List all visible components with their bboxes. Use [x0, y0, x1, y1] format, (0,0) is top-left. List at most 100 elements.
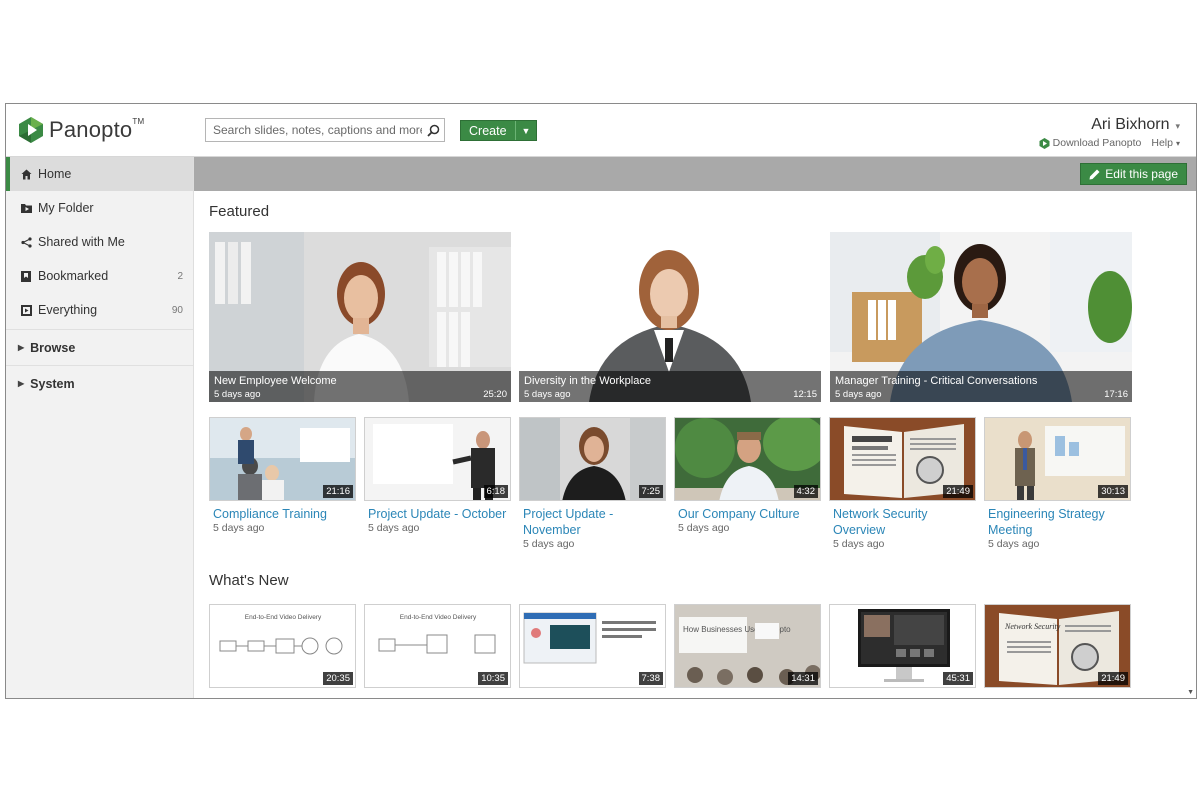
featured-video-card[interactable]: New Employee Welcome 5 days ago 25:20: [209, 232, 511, 402]
video-card[interactable]: 21:16 Compliance Training 5 days ago: [209, 417, 356, 534]
video-title[interactable]: Project Update - October: [364, 506, 511, 522]
video-title: Diversity in the Workplace: [524, 375, 651, 387]
sidebar-section-label: System: [30, 376, 75, 391]
share-icon: [20, 236, 32, 248]
featured-video-card[interactable]: Manager Training - Critical Conversation…: [830, 232, 1132, 402]
scroll-down-arrow-icon[interactable]: ▼: [1187, 689, 1194, 696]
video-date: 5 days ago: [368, 522, 420, 534]
create-button[interactable]: Create ▼: [460, 120, 538, 141]
sidebar-section-system[interactable]: ▶ System: [6, 365, 193, 401]
help-chevron-icon: ▾: [1175, 138, 1180, 148]
sidebar-item-label: Home: [38, 167, 72, 181]
panopto-small-icon: [1039, 137, 1050, 149]
video-card[interactable]: End-to-End Video Delivery 20:35: [209, 604, 356, 688]
video-duration: 21:16: [323, 485, 353, 498]
expand-arrow-icon: ▶: [18, 379, 25, 388]
sidebar-item-label: My Folder: [38, 201, 94, 215]
video-duration: 17:16: [1104, 389, 1128, 400]
video-card[interactable]: 4:32 Our Company Culture 5 days ago: [674, 417, 821, 534]
video-duration: 45:31: [943, 672, 973, 685]
sidebar-item-label: Bookmarked: [38, 269, 109, 283]
video-card[interactable]: End-to-End Video Delivery 10:35: [364, 604, 511, 688]
sidebar-item-shared-with-me[interactable]: Shared with Me: [6, 225, 193, 259]
user-menu[interactable]: Ari Bixhorn ▾: [1091, 116, 1180, 134]
logo-tm: TM: [132, 117, 145, 126]
page-toolbar: Edit this page: [194, 157, 1196, 191]
video-duration: 6:18: [483, 485, 508, 498]
home-icon: [20, 168, 32, 180]
sidebar-item-label: Everything: [38, 303, 98, 317]
video-date: 5 days ago: [988, 538, 1040, 550]
video-date: 5 days ago: [524, 389, 571, 400]
bookmark-icon: [20, 270, 32, 282]
bookmarked-count: 2: [177, 270, 183, 282]
search-input[interactable]: [206, 119, 422, 141]
video-title: New Employee Welcome: [214, 375, 337, 387]
video-title[interactable]: Network Security Overview: [829, 506, 976, 538]
edit-page-label: Edit this page: [1105, 167, 1178, 181]
video-title: Manager Training - Critical Conversation…: [835, 375, 1038, 387]
slide-title: End-to-End Video Delivery: [400, 614, 477, 621]
slide-title: End-to-End Video Delivery: [245, 614, 322, 621]
expand-arrow-icon: ▶: [18, 343, 25, 352]
sidebar-section-browse[interactable]: ▶ Browse: [6, 329, 193, 365]
video-card[interactable]: 7:38: [519, 604, 666, 688]
pencil-icon: [1089, 169, 1100, 179]
video-card[interactable]: Network Security 21:49: [984, 604, 1131, 688]
video-duration: 7:25: [638, 485, 663, 498]
video-date: 5 days ago: [678, 522, 730, 534]
sidebar-item-label: Shared with Me: [38, 235, 125, 249]
video-date: 5 days ago: [835, 389, 882, 400]
video-date: 5 days ago: [213, 522, 265, 534]
video-card[interactable]: 30:13 Engineering Strategy Meeting 5 day…: [984, 417, 1131, 550]
sidebar-item-my-folder[interactable]: My Folder: [6, 191, 193, 225]
video-duration: 14:31: [788, 672, 818, 685]
video-title[interactable]: Project Update - November: [519, 506, 666, 538]
edit-page-button[interactable]: Edit this page: [1080, 163, 1187, 185]
sidebar-section-label: Browse: [30, 340, 76, 355]
user-name: Ari Bixhorn: [1091, 116, 1170, 133]
sidebar-item-bookmarked[interactable]: Bookmarked 2: [6, 259, 193, 293]
video-duration: 25:20: [483, 389, 507, 400]
video-duration: 20:35: [323, 672, 353, 685]
header: PanoptoTM Create ▼ Ari Bixhorn ▾ Download…: [6, 104, 1196, 157]
folder-icon: [20, 202, 32, 214]
caret-down-icon: ▼: [514, 121, 537, 140]
app-window: PanoptoTM Create ▼ Ari Bixhorn ▾ Download…: [5, 103, 1197, 699]
panopto-logo-icon: [19, 117, 43, 143]
video-title[interactable]: Compliance Training: [209, 506, 356, 522]
sidebar: Home My Folder Shared with Me Bookmarked…: [6, 157, 194, 698]
sidebar-item-home[interactable]: Home: [6, 157, 193, 191]
video-card[interactable]: 6:18 Project Update - October 5 days ago: [364, 417, 511, 534]
slide-title: Network Security: [1004, 622, 1061, 631]
video-title[interactable]: Engineering Strategy Meeting: [984, 506, 1131, 538]
video-duration: 7:38: [638, 672, 663, 685]
video-duration: 12:15: [793, 389, 817, 400]
video-title[interactable]: Our Company Culture: [674, 506, 821, 522]
video-duration: 21:49: [1098, 672, 1128, 685]
help-link[interactable]: Help: [1151, 137, 1173, 149]
search-box: [205, 118, 445, 142]
panopto-logo[interactable]: PanoptoTM: [18, 116, 144, 144]
header-links: Download Panopto Help ▾: [1039, 137, 1180, 149]
video-date: 5 days ago: [523, 538, 575, 550]
video-duration: 4:32: [793, 485, 818, 498]
main-content: Featured New Employee Welcome 5 days ago…: [194, 191, 1188, 698]
featured-video-card[interactable]: Diversity in the Workplace 5 days ago 12…: [519, 232, 821, 402]
featured-heading: Featured: [209, 203, 270, 220]
video-card[interactable]: 45:31: [829, 604, 976, 688]
create-label: Create: [469, 123, 507, 138]
everything-count: 90: [171, 304, 183, 316]
everything-icon: [20, 304, 32, 316]
video-card[interactable]: 21:49 Network Security Overview 5 days a…: [829, 417, 976, 550]
video-duration: 10:35: [478, 672, 508, 685]
download-link[interactable]: Download Panopto: [1053, 137, 1142, 149]
whats-new-heading: What's New: [209, 572, 289, 589]
video-date: 5 days ago: [214, 389, 261, 400]
video-duration: 21:49: [943, 485, 973, 498]
video-card[interactable]: 7:25 Project Update - November 5 days ag…: [519, 417, 666, 550]
video-card[interactable]: How Businesses Use Panopto 14:31: [674, 604, 821, 688]
video-date: 5 days ago: [833, 538, 885, 550]
sidebar-item-everything[interactable]: Everything 90: [6, 293, 193, 327]
search-icon[interactable]: [422, 119, 444, 141]
